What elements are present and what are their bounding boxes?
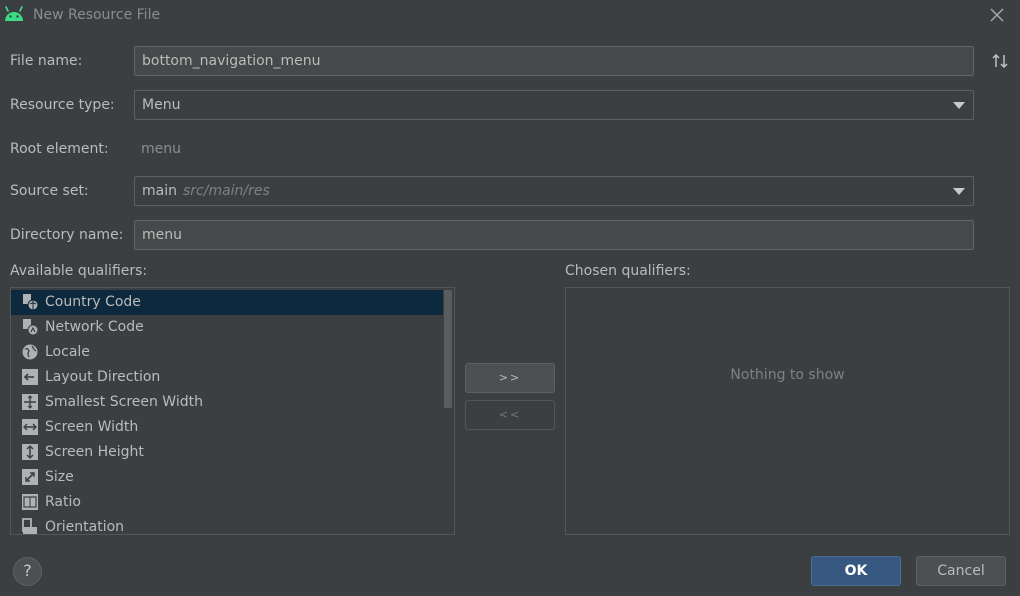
qualifier-item-screen-width[interactable]: Screen Width [11, 415, 443, 440]
qualifier-item-smallest-screen-width[interactable]: Smallest Screen Width [11, 390, 443, 415]
qualifier-item-network-code[interactable]: Network Code [11, 315, 443, 340]
ok-button[interactable]: OK [811, 556, 901, 586]
qualifier-item-ratio[interactable]: Ratio [11, 490, 443, 515]
orientation-icon [22, 518, 37, 534]
size-icon [22, 469, 38, 485]
remove-qualifier-button[interactable]: << [465, 400, 555, 430]
source-set-label: Source set: [10, 183, 89, 199]
chosen-qualifiers-label: Chosen qualifiers: [565, 263, 691, 279]
globe-icon [22, 344, 38, 360]
qualifier-item-locale[interactable]: Locale [11, 340, 443, 365]
file-name-input[interactable]: bottom_navigation_menu [134, 46, 974, 76]
available-qualifiers-list[interactable]: Country Code Network Code Locale Layout … [10, 287, 455, 535]
screen-height-icon [22, 444, 38, 460]
sort-icon[interactable] [990, 52, 1010, 70]
directory-name-input[interactable]: menu [134, 220, 974, 250]
file-name-label: File name: [10, 53, 83, 69]
resource-type-label: Resource type: [10, 97, 115, 113]
list-scrollbar[interactable] [444, 290, 452, 408]
ratio-icon [22, 494, 38, 510]
screen-width-icon [22, 419, 38, 435]
title-bar: New Resource File [0, 0, 1020, 34]
qualifier-item-orientation[interactable]: Orientation [11, 515, 443, 534]
chevron-down-icon [953, 102, 965, 109]
help-button[interactable]: ? [13, 557, 42, 586]
source-set-select[interactable]: main src/main/res [134, 176, 974, 206]
cancel-button[interactable]: Cancel [916, 556, 1006, 586]
qualifier-item-layout-direction[interactable]: Layout Direction [11, 365, 443, 390]
chevron-down-icon [953, 188, 965, 195]
source-set-value: main [142, 183, 177, 199]
add-qualifier-button[interactable]: >> [465, 363, 555, 393]
smallest-width-icon [22, 394, 38, 410]
available-qualifiers-label: Available qualifiers: [10, 263, 148, 279]
qualifier-item-size[interactable]: Size [11, 465, 443, 490]
resource-type-value: Menu [142, 97, 181, 113]
root-element-label: Root element: [10, 141, 109, 157]
chosen-qualifiers-list[interactable]: Nothing to show [565, 287, 1010, 535]
window-title: New Resource File [33, 7, 161, 23]
directory-name-label: Directory name: [10, 227, 124, 243]
qualifier-item-screen-height[interactable]: Screen Height [11, 440, 443, 465]
qualifier-item-country-code[interactable]: Country Code [11, 290, 443, 315]
network-code-icon [23, 319, 39, 336]
empty-state-text: Nothing to show [730, 367, 845, 383]
close-icon[interactable] [988, 6, 1006, 24]
android-icon [5, 6, 23, 21]
country-code-icon [23, 294, 39, 311]
resource-type-select[interactable]: Menu [134, 90, 974, 120]
layout-direction-icon [22, 369, 38, 385]
source-set-hint: src/main/res [182, 183, 270, 199]
root-element-value: menu [141, 141, 181, 157]
